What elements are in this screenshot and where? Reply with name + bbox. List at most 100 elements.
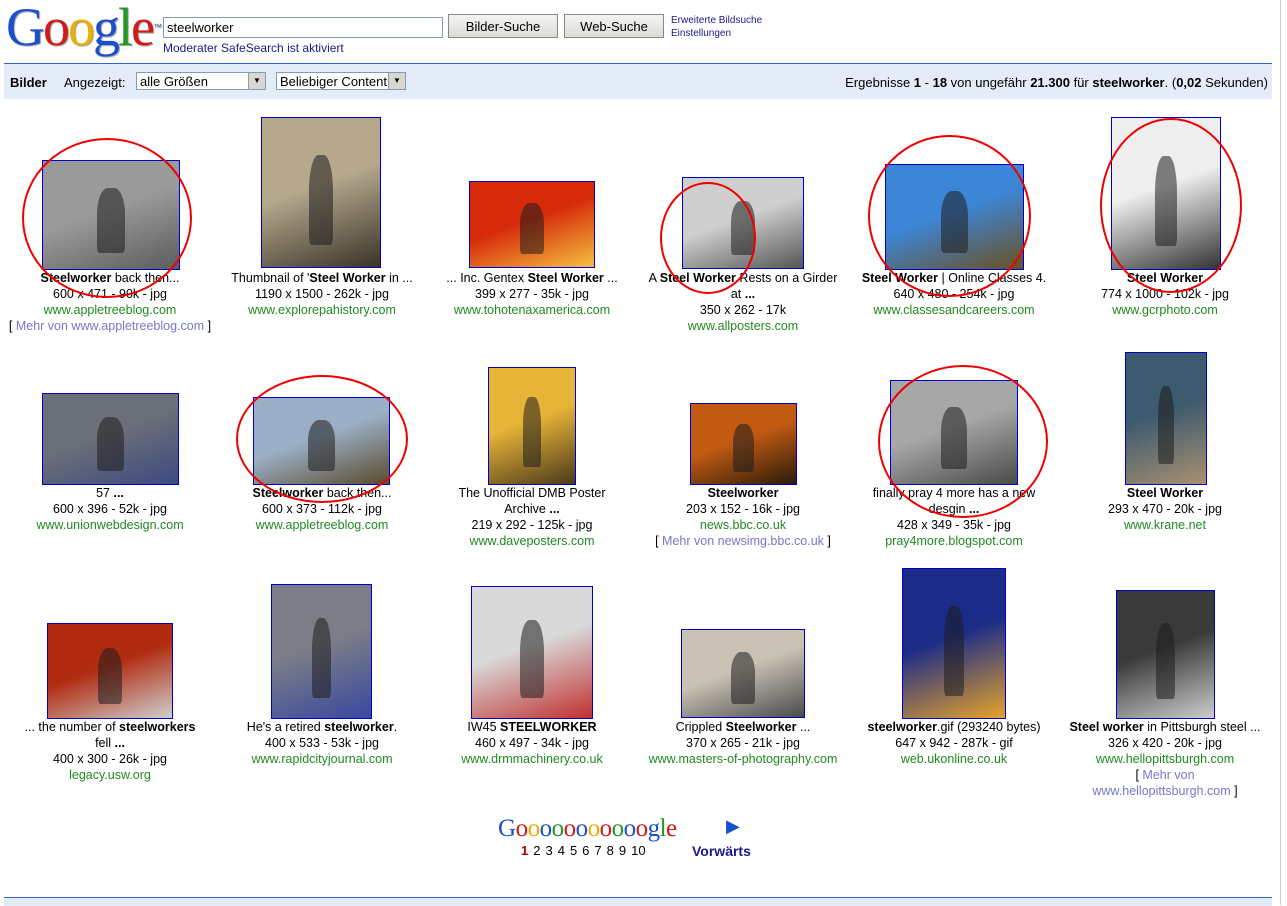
caption-text: He's a retired <box>246 720 325 734</box>
result-caption[interactable]: Steelworker <box>637 485 849 501</box>
next-page-link[interactable]: ▶ Vorwärts <box>692 816 751 859</box>
safesearch-status[interactable]: Moderater SafeSearch ist aktiviert <box>163 41 344 55</box>
results-total: 21.300 <box>1030 75 1070 90</box>
caption-text: ... the number of <box>24 720 120 734</box>
result-caption[interactable]: finally pray 4 more has a new <box>848 485 1060 501</box>
pager-letter[interactable]: o <box>600 815 613 842</box>
blue-sky-worker-photo[interactable] <box>885 164 1024 270</box>
result-caption[interactable]: ... Inc. Gentex Steel Worker ... <box>426 270 638 286</box>
skyscraper-worker-photo[interactable] <box>42 160 180 270</box>
image-result: Steelworker back then... 600 x 471 - 90k … <box>4 270 216 334</box>
pittsburgh-man-photo[interactable] <box>1116 590 1215 719</box>
sparks-worker-photo[interactable] <box>690 403 797 485</box>
settings-link[interactable]: Einstellungen <box>671 27 762 40</box>
union-worker-photo[interactable] <box>42 393 179 485</box>
result-caption-line2[interactable]: fell ... <box>4 735 216 751</box>
dmb-poster-image[interactable] <box>488 367 576 485</box>
girder-rest-photo[interactable] <box>682 177 804 269</box>
pager-letter[interactable]: G <box>498 815 516 842</box>
page-number[interactable]: 3 <box>545 843 552 858</box>
caption-text: | Online Classes 4. <box>938 271 1047 285</box>
next-label[interactable]: Vorwärts <box>692 843 751 859</box>
figure-shape <box>97 188 125 253</box>
advanced-search-link[interactable]: Erweiterte Bildsuche <box>671 14 762 27</box>
pager-letter[interactable]: e <box>666 815 677 842</box>
caption-text: Crippled <box>675 720 726 734</box>
result-caption[interactable]: ... the number of steelworkers <box>4 719 216 735</box>
silhouette-worker-photo[interactable] <box>261 117 381 268</box>
image-result: Steel Worker 774 x 1000 - 102k - jpg www.g… <box>1059 270 1271 318</box>
caption-match: steelworker <box>867 720 937 734</box>
next-arrow-icon[interactable]: ▶ <box>726 816 740 837</box>
more-from-link[interactable]: Mehr von newsimg.bbc.co.uk <box>662 534 824 548</box>
image-result: A Steel Worker Rests on a Girder at ... 35… <box>637 270 849 334</box>
result-meta: 600 x 373 - 112k - jpg <box>262 502 382 516</box>
caption-match: Steelworker <box>707 486 779 500</box>
web-search-button[interactable]: Web-Suche <box>564 14 664 38</box>
pager-letter[interactable]: o <box>552 815 565 842</box>
result-url: www.appletreeblog.com <box>43 303 177 317</box>
pager-letter[interactable]: o <box>588 815 601 842</box>
result-meta: 640 x 480 - 254k - jpg <box>893 287 1015 301</box>
result-caption[interactable]: IW45 STEELWORKER <box>426 719 638 735</box>
page-number[interactable]: 5 <box>570 843 577 858</box>
beam-workers-photo[interactable] <box>253 397 390 485</box>
page-number[interactable]: 9 <box>619 843 626 858</box>
figure-shape <box>520 619 544 699</box>
result-caption[interactable]: The Unofficial DMB Poster <box>426 485 638 501</box>
page-number[interactable]: 8 <box>607 843 614 858</box>
result-caption-line2[interactable]: at ... <box>637 286 849 302</box>
hardhat-worker-photo[interactable] <box>47 623 173 719</box>
result-meta: 1190 x 1500 - 262k - jpg <box>255 287 389 301</box>
size-select[interactable]: alle Größen ▼ <box>136 72 266 90</box>
result-caption[interactable]: A Steel Worker Rests on a Girder <box>637 270 849 286</box>
bandana-man-photo[interactable] <box>271 584 372 719</box>
molten-steel-photo[interactable] <box>469 181 595 268</box>
page-number[interactable]: 10 <box>631 843 645 858</box>
pager-letter[interactable]: o <box>540 815 553 842</box>
result-caption[interactable]: Steelworker back then... <box>4 270 216 286</box>
pager-letter[interactable]: o <box>576 815 589 842</box>
google-logo[interactable]: Google™ <box>6 0 162 54</box>
pager-letter[interactable]: o <box>636 815 649 842</box>
result-caption[interactable]: Crippled Steelworker ... <box>637 719 849 735</box>
pager-letter[interactable]: g <box>648 815 661 842</box>
result-caption[interactable]: Steel Worker <box>1059 270 1271 286</box>
pager-letter[interactable]: o <box>516 815 529 842</box>
content-select[interactable]: Beliebiger Content ▼ <box>276 72 406 90</box>
more-from-link[interactable]: Mehr von www.hellopittsburgh.com <box>1092 768 1230 798</box>
frame-structure-photo[interactable] <box>1111 117 1221 270</box>
result-caption[interactable]: Steel Worker <box>1059 485 1271 501</box>
result-caption[interactable]: steelworker.gif (293240 bytes) <box>848 719 1060 735</box>
page-number[interactable]: 2 <box>533 843 540 858</box>
face-mural-photo[interactable] <box>902 568 1006 719</box>
page-number[interactable]: 4 <box>558 843 565 858</box>
result-caption[interactable]: Thumbnail of 'Steel Worker in ... <box>216 270 428 286</box>
search-input[interactable] <box>163 17 443 38</box>
pager-letter[interactable]: o <box>528 815 541 842</box>
result-caption-line2[interactable]: desgin ... <box>848 501 1060 517</box>
result-caption[interactable]: Steel Worker | Online Classes 4. <box>848 270 1060 286</box>
machine-photo[interactable] <box>471 586 593 719</box>
page-number[interactable]: 6 <box>582 843 589 858</box>
more-from-link[interactable]: Mehr von www.appletreeblog.com <box>16 319 204 333</box>
caption-text: . <box>393 720 398 734</box>
result-caption[interactable]: He's a retired steelworker. <box>216 719 428 735</box>
image-search-button[interactable]: Bilder-Suche <box>448 14 558 38</box>
pager-letter[interactable]: o <box>624 815 637 842</box>
chevron-down-icon[interactable]: ▼ <box>388 73 405 89</box>
vertical-scrollbar[interactable] <box>1280 0 1287 905</box>
result-caption[interactable]: Steel worker in Pittsburgh steel ... <box>1059 719 1271 735</box>
crippled-worker-photo[interactable] <box>681 629 805 718</box>
painted-worker-image[interactable] <box>1125 352 1207 485</box>
result-url: www.krane.net <box>1124 518 1206 532</box>
city-view-worker-photo[interactable] <box>890 380 1018 485</box>
pager-letter[interactable]: o <box>564 815 577 842</box>
result-caption-line2[interactable]: Archive ... <box>426 501 638 517</box>
result-caption[interactable]: Steelworker back then... <box>216 485 428 501</box>
page-number[interactable]: 7 <box>594 843 601 858</box>
result-caption[interactable]: 57 ... <box>4 485 216 501</box>
pager-letter[interactable]: o <box>612 815 625 842</box>
result-url: www.rapidcityjournal.com <box>251 752 393 766</box>
chevron-down-icon[interactable]: ▼ <box>248 73 265 89</box>
